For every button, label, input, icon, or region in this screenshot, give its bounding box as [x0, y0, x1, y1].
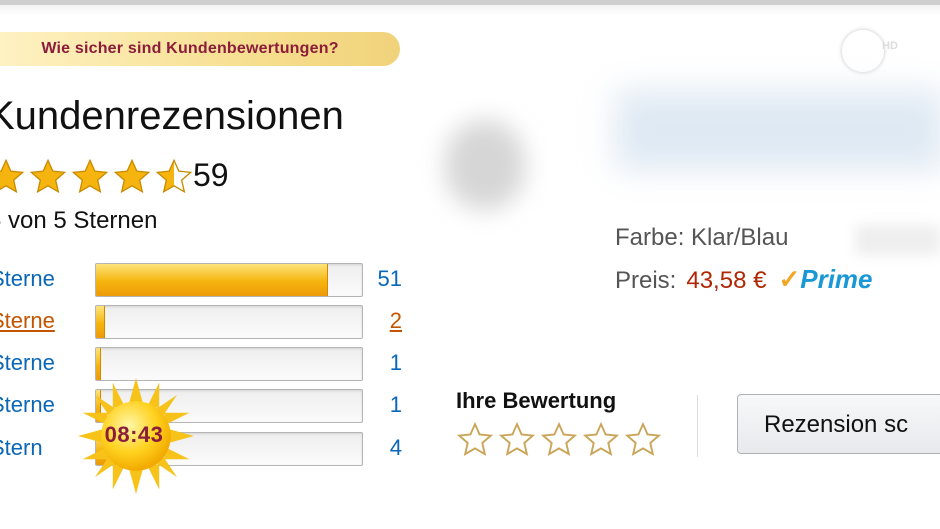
histogram-fill [96, 306, 105, 338]
histogram-count-1[interactable]: 4 [342, 435, 402, 461]
write-review-button[interactable]: Rezension sc [737, 394, 940, 454]
blurred-detail [855, 225, 940, 255]
price-label: Preis: [615, 267, 677, 294]
rating-stars [0, 155, 196, 199]
divider [697, 395, 698, 457]
hd-badge: HD [882, 40, 898, 52]
histogram-bar-4[interactable] [95, 305, 363, 339]
empty-star-icon[interactable] [456, 421, 494, 459]
prime-label: Prime [800, 264, 873, 294]
histogram-fill [96, 264, 329, 296]
histogram-label-4[interactable]: Sterne [0, 308, 55, 334]
top-fade [0, 5, 940, 15]
histogram-bar-3[interactable] [95, 347, 363, 381]
star-half-icon [155, 158, 193, 194]
histogram-count-5[interactable]: 51 [342, 266, 402, 292]
reviews-title: Kundenrezensionen [0, 94, 344, 138]
blurred-product-image [445, 120, 525, 210]
star-full-icon [0, 158, 25, 194]
tv-channel-logo [842, 30, 884, 72]
histogram-label-5[interactable]: Sterne [0, 266, 55, 292]
histogram-bar-5[interactable] [95, 263, 363, 297]
your-rating-label: Ihre Bewertung [456, 388, 617, 413]
histogram-label-2[interactable]: Sterne [0, 392, 55, 418]
average-rating-text: 6 von 5 Sternen [0, 207, 158, 234]
star-full-icon [71, 158, 109, 194]
banner-question: Wie sicher sind Kundenbewertungen? [0, 32, 400, 66]
empty-star-icon[interactable] [540, 421, 578, 459]
histogram-count-3[interactable]: 1 [342, 350, 402, 376]
empty-star-icon[interactable] [582, 421, 620, 459]
your-rating-stars[interactable] [456, 421, 666, 459]
empty-star-icon[interactable] [624, 421, 662, 459]
histogram-label-1[interactable]: Stern [0, 435, 43, 461]
star-full-icon [113, 158, 151, 194]
prime-badge: ✓Prime [778, 264, 872, 295]
empty-star-icon[interactable] [498, 421, 536, 459]
price-value: 43,58 € [686, 267, 767, 294]
histogram-count-4[interactable]: 2 [342, 308, 402, 334]
clock-time: 08:43 [104, 422, 164, 447]
product-color: Farbe: Klar/Blau [615, 224, 789, 251]
prime-check-icon: ✓ [778, 264, 801, 294]
price-row: Preis: 43,58 € ✓Prime [615, 264, 873, 295]
review-total-count[interactable]: 59 [193, 157, 229, 194]
star-full-icon [29, 158, 67, 194]
histogram-label-3[interactable]: Sterne [0, 350, 55, 376]
blurred-product-title [615, 90, 940, 170]
histogram-count-2[interactable]: 1 [342, 392, 402, 418]
histogram-fill [96, 348, 101, 380]
